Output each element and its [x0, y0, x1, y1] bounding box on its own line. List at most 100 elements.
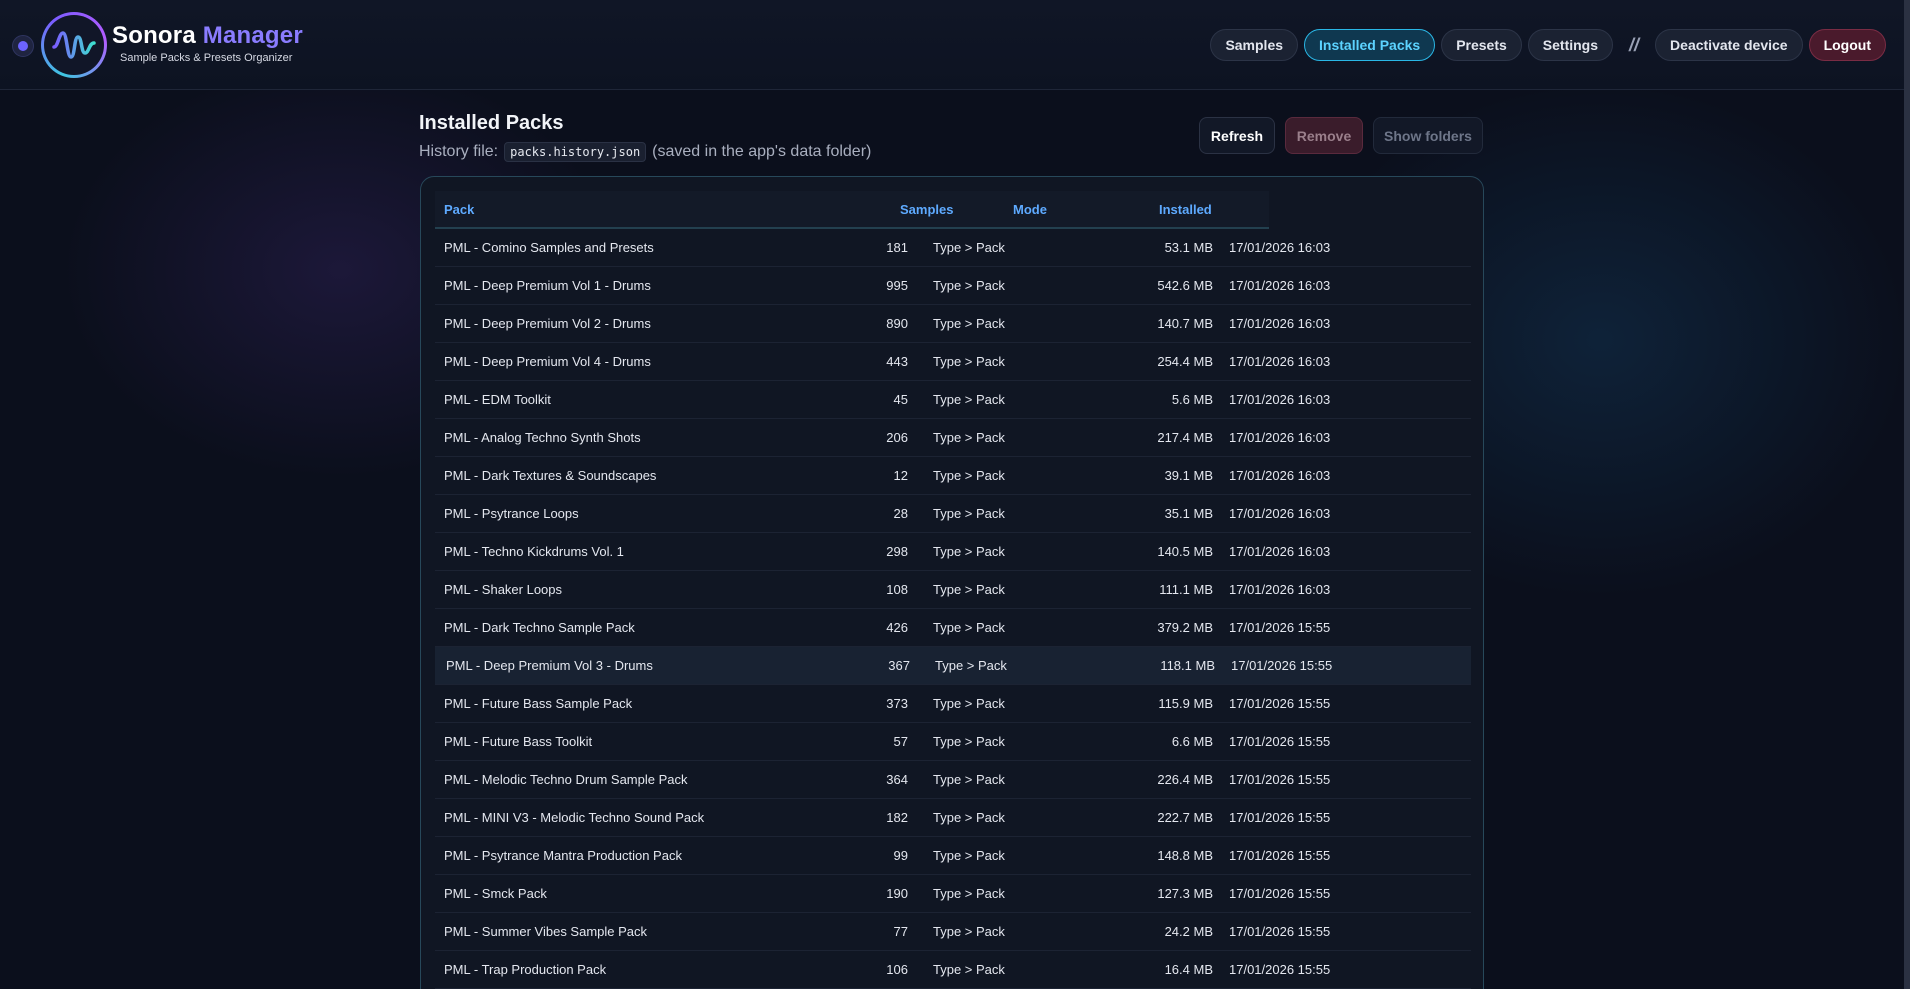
installed-date-cell: 17/01/2026 15:55: [1229, 924, 1331, 939]
size-cell: 16.4 MB: [1164, 962, 1213, 977]
pack-name-cell: PML - Dark Techno Sample Pack: [444, 620, 635, 635]
size-cell: 140.5 MB: [1157, 544, 1213, 559]
pack-name-cell: PML - Analog Techno Synth Shots: [444, 430, 641, 445]
pack-name-cell: PML - MINI V3 - Melodic Techno Sound Pac…: [444, 810, 705, 825]
samples-count-cell: 77: [893, 924, 908, 939]
app-subtitle: Sample Packs & Presets Organizer: [120, 52, 293, 64]
installed-date-cell: 17/01/2026 15:55: [1229, 734, 1331, 749]
samples-count-cell: 364: [886, 772, 908, 787]
nav-presets[interactable]: Presets: [1441, 29, 1522, 61]
table-row[interactable]: PML - Dark Techno Sample Pack 426 Type > P…: [435, 609, 1471, 647]
samples-count-cell: 99: [893, 848, 908, 863]
mode-cell: Type > Pack: [933, 886, 1005, 901]
size-cell: 53.1 MB: [1164, 240, 1213, 255]
column-header-pack[interactable]: Pack: [444, 191, 474, 229]
table-row[interactable]: PML - Psytrance Loops 28 Type > Pack 35.1 M…: [435, 495, 1471, 533]
show-folders-button[interactable]: Show folders: [1373, 117, 1483, 154]
samples-count-cell: 181: [886, 240, 908, 255]
samples-count-cell: 995: [886, 278, 908, 293]
installed-date-cell: 17/01/2026 15:55: [1229, 772, 1331, 787]
size-cell: 222.7 MB: [1157, 810, 1213, 825]
table-row[interactable]: PML - Future Bass Toolkit 57 Type > Pack 6.…: [435, 723, 1471, 761]
table-row[interactable]: PML - Analog Techno Synth Shots 206 Type >…: [435, 419, 1471, 457]
nav-separator: //: [1629, 34, 1640, 55]
samples-count-cell: 890: [886, 316, 908, 331]
table-row[interactable]: PML - Deep Premium Vol 3 - Drums 367 Type …: [435, 647, 1471, 685]
table-header: Pack Samples Mode Installed: [435, 191, 1269, 229]
deactivate-device-button[interactable]: Deactivate device: [1655, 29, 1803, 61]
pack-name-cell: PML - Psytrance Loops: [444, 506, 579, 521]
refresh-button[interactable]: Refresh: [1199, 117, 1275, 154]
mode-cell: Type > Pack: [933, 430, 1005, 445]
table-row[interactable]: PML - Melodic Techno Drum Sample Pack 364…: [435, 761, 1471, 799]
nav-samples[interactable]: Samples: [1210, 29, 1299, 61]
size-cell: 24.2 MB: [1164, 924, 1213, 939]
mode-cell: Type > Pack: [933, 734, 1005, 749]
table-row[interactable]: PML - Psytrance Mantra Production Pack 99…: [435, 837, 1471, 875]
table-row[interactable]: PML - Comino Samples and Presets 181 Type …: [435, 229, 1471, 267]
page-scrollbar[interactable]: [1904, 0, 1910, 989]
page-title: Installed Packs: [419, 112, 564, 134]
mode-cell: Type > Pack: [933, 468, 1005, 483]
app-logo: [41, 12, 107, 78]
packs-table-panel: Pack Samples Mode Installed PML - Comino…: [420, 176, 1484, 989]
table-row[interactable]: PML - MINI V3 - Melodic Techno Sound Pac…: [435, 799, 1471, 837]
pack-name-cell: PML - Techno Kickdrums Vol. 1: [444, 544, 624, 559]
logout-button[interactable]: Logout: [1808, 29, 1886, 61]
pack-name-cell: PML - Deep Premium Vol 4 - Drums: [444, 354, 651, 369]
mode-cell: Type > Pack: [933, 582, 1005, 597]
installed-date-cell: 17/01/2026 15:55: [1229, 962, 1331, 977]
installed-date-cell: 17/01/2026 16:03: [1229, 278, 1331, 293]
pack-name-cell: PML - Comino Samples and Presets: [444, 240, 654, 255]
nav-installed-packs[interactable]: Installed Packs: [1304, 29, 1436, 61]
table-row[interactable]: PML - Trap Production Pack 106 Type > Pack…: [435, 951, 1471, 989]
nav-settings[interactable]: Settings: [1527, 29, 1614, 61]
installed-date-cell: 17/01/2026 16:03: [1229, 582, 1331, 597]
size-cell: 140.7 MB: [1157, 316, 1213, 331]
table-row[interactable]: PML - EDM Toolkit 45 Type > Pack 5.6 MB 17/0…: [435, 381, 1471, 419]
pack-name-cell: PML - Dark Textures & Soundscapes: [444, 468, 657, 483]
table-row[interactable]: PML - Deep Premium Vol 4 - Drums 443 Type …: [435, 343, 1471, 381]
app-title: Sonora Manager: [112, 22, 303, 49]
installed-date-cell: 17/01/2026 16:03: [1229, 544, 1331, 559]
size-cell: 542.6 MB: [1157, 278, 1213, 293]
remove-button[interactable]: Remove: [1285, 117, 1363, 154]
column-header-installed[interactable]: Installed: [1159, 191, 1212, 229]
pack-name-cell: PML - Future Bass Toolkit: [444, 734, 593, 749]
table-row[interactable]: PML - Deep Premium Vol 2 - Drums 890 Type …: [435, 305, 1471, 343]
main-nav: Samples Installed Packs Presets Settings…: [1210, 29, 1886, 61]
column-header-mode[interactable]: Mode: [1013, 191, 1047, 229]
mode-cell: Type > Pack: [933, 696, 1005, 711]
brand: Sonora Manager Sample Packs & Presets Or…: [112, 22, 303, 64]
table-row[interactable]: PML - Shaker Loops 108 Type > Pack 111.1 MB…: [435, 571, 1471, 609]
samples-count-cell: 12: [893, 468, 908, 483]
mode-cell: Type > Pack: [933, 848, 1005, 863]
installed-date-cell: 17/01/2026 16:03: [1229, 430, 1331, 445]
mode-cell: Type > Pack: [933, 392, 1005, 407]
status-indicator-icon: [12, 35, 34, 57]
mode-cell: Type > Pack: [933, 278, 1005, 293]
pack-name-cell: PML - Deep Premium Vol 1 - Drums: [444, 278, 651, 293]
installed-date-cell: 17/01/2026 15:55: [1229, 810, 1331, 825]
history-prefix: History file:: [419, 143, 499, 160]
samples-count-cell: 108: [886, 582, 908, 597]
table-row[interactable]: PML - Summer Vibes Sample Pack 77 Type > P…: [435, 913, 1471, 951]
table-row[interactable]: PML - Techno Kickdrums Vol. 1 298 Type > P…: [435, 533, 1471, 571]
table-row[interactable]: PML - Deep Premium Vol 1 - Drums 995 Type …: [435, 267, 1471, 305]
size-cell: 217.4 MB: [1157, 430, 1213, 445]
samples-count-cell: 45: [893, 392, 908, 407]
installed-date-cell: 17/01/2026 16:03: [1229, 316, 1331, 331]
pack-name-cell: PML - Deep Premium Vol 2 - Drums: [444, 316, 651, 331]
samples-count-cell: 443: [886, 354, 908, 369]
history-filename: packs.history.json: [504, 142, 647, 162]
installed-date-cell: 17/01/2026 16:03: [1229, 392, 1331, 407]
installed-date-cell: 17/01/2026 16:03: [1229, 240, 1331, 255]
column-header-samples[interactable]: Samples: [900, 191, 953, 229]
table-row[interactable]: PML - Dark Textures & Soundscapes 12 Type …: [435, 457, 1471, 495]
mode-cell: Type > Pack: [933, 620, 1005, 635]
mode-cell: Type > Pack: [933, 962, 1005, 977]
installed-date-cell: 17/01/2026 16:03: [1229, 506, 1331, 521]
table-row[interactable]: PML - Future Bass Sample Pack 373 Type > P…: [435, 685, 1471, 723]
table-row[interactable]: PML - Smck Pack 190 Type > Pack 127.3 MB 17/…: [435, 875, 1471, 913]
size-cell: 226.4 MB: [1157, 772, 1213, 787]
